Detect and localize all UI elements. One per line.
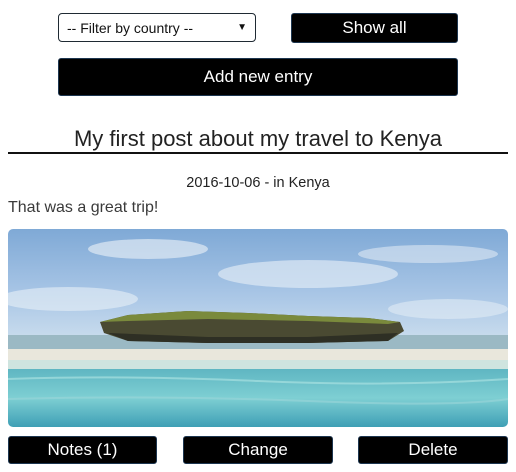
show-all-button[interactable]: Show all: [291, 13, 458, 43]
notes-button[interactable]: Notes (1): [8, 436, 157, 464]
add-new-entry-button[interactable]: Add new entry: [58, 58, 458, 96]
country-filter-select[interactable]: -- Filter by country -- ▼: [58, 13, 256, 42]
post-meta: 2016-10-06 - in Kenya: [186, 175, 330, 191]
title-divider: [8, 152, 508, 154]
triangle-down-icon: ▼: [237, 22, 247, 33]
post-photo: [8, 229, 508, 427]
country-filter-value: -- Filter by country --: [67, 19, 194, 36]
change-button[interactable]: Change: [183, 436, 333, 464]
delete-button[interactable]: Delete: [358, 436, 508, 464]
island-beach-photo: [8, 229, 508, 427]
post-body: That was a great trip!: [8, 199, 159, 216]
post-title: My first post about my travel to Kenya: [73, 126, 443, 151]
